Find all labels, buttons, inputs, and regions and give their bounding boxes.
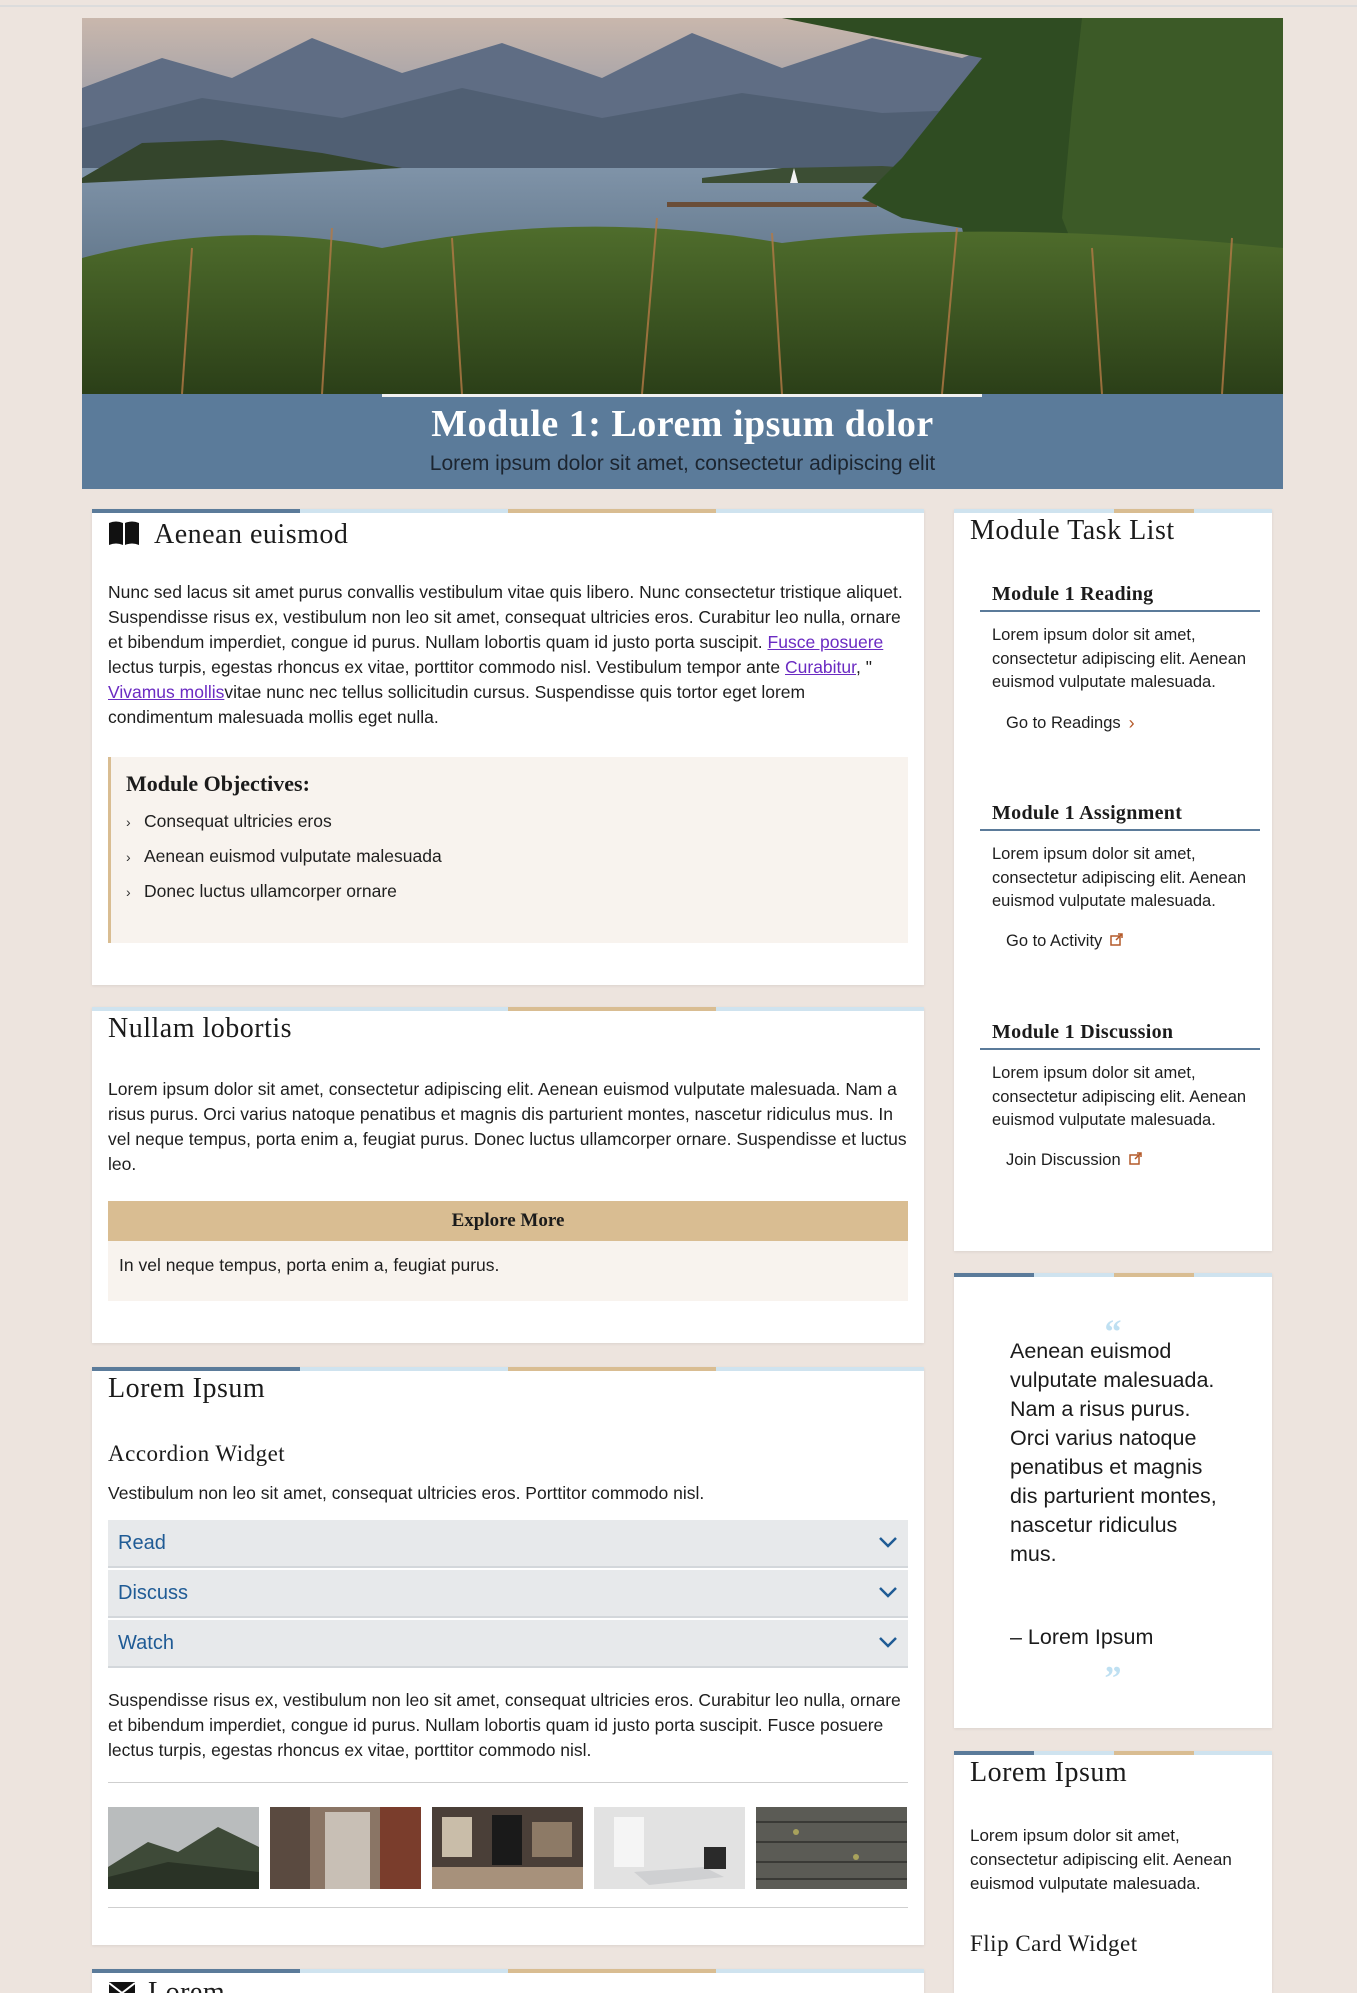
task-rule — [980, 1048, 1260, 1050]
card-accent-bar — [954, 1751, 1272, 1755]
section-paragraph: Lorem ipsum dolor sit amet, consectetur … — [108, 1079, 907, 1174]
chevron-right-icon: › — [1128, 712, 1135, 733]
gallery-thumb-city[interactable] — [270, 1807, 421, 1889]
task-item-discussion: Module 1 Discussion Lorem ipsum dolor si… — [980, 1021, 1260, 1170]
task-text: Lorem ipsum dolor sit amet, consectetur … — [992, 845, 1247, 910]
gallery-thumb-wood[interactable] — [756, 1807, 907, 1889]
accordion-subheading: Accordion Widget — [108, 1441, 286, 1466]
task-title: Module 1 Reading — [992, 583, 1154, 605]
sidebar-lorem-card: Lorem Ipsum Lorem ipsum dolor sit amet, … — [954, 1751, 1272, 1993]
objectives-title: Module Objectives: — [126, 771, 310, 796]
section-accordion-card: Lorem Ipsum Accordion Widget Vestibulum … — [92, 1367, 924, 1945]
objectives-list: › Consequat ultricies eros › Aenean euismo… — [126, 811, 908, 902]
chevron-down-icon — [878, 1583, 898, 1603]
chevron-right-icon: › — [126, 848, 131, 865]
section-nullam-card: Nullam lobortis Lorem ipsum dolor sit am… — [92, 1007, 924, 1343]
section-heading: Lorem Ipsum — [108, 1373, 266, 1404]
module-title-band: Module 1: Lorem ipsum dolor Lorem ipsum … — [82, 394, 1283, 489]
sidebar-card-heading: Lorem Ipsum — [970, 1757, 1128, 1788]
quote-text: Aenean euismod vulputate malesuada. Nam … — [1010, 1339, 1217, 1566]
gallery-thumb-shop[interactable] — [432, 1807, 583, 1889]
card-accent-bar — [92, 1367, 924, 1371]
quote-author: – Lorem Ipsum — [1010, 1625, 1154, 1649]
external-link-icon — [1110, 932, 1124, 951]
accordion-item-read[interactable]: Read — [108, 1520, 908, 1568]
module-task-list-card: Module Task List Module 1 Reading Lorem … — [954, 509, 1272, 1251]
section-lorem-card: Lorem — [92, 1969, 924, 1993]
flip-card-heading: Flip Card Widget — [970, 1931, 1138, 1956]
go-to-readings-link[interactable]: Go to Readings › — [1006, 713, 1260, 734]
gallery-thumb-mountain[interactable] — [108, 1807, 259, 1889]
explore-more-box: Explore More In vel neque tempus, porta … — [108, 1201, 908, 1301]
objective-item: › Aenean euismod vulputate malesuada — [126, 846, 442, 866]
task-text: Lorem ipsum dolor sit amet, consectetur … — [992, 626, 1247, 691]
task-rule — [980, 610, 1260, 612]
task-item-reading: Module 1 Reading Lorem ipsum dolor sit a… — [980, 583, 1260, 734]
task-list-heading: Module Task List — [970, 515, 1175, 546]
book-icon — [108, 520, 140, 551]
card-accent-bar — [92, 1007, 924, 1011]
title-underline — [382, 394, 982, 397]
hero-landscape-image — [82, 18, 1283, 394]
chevron-down-icon — [878, 1633, 898, 1653]
task-rule — [980, 829, 1260, 831]
explore-more-text: In vel neque tempus, porta enim a, feugi… — [119, 1255, 500, 1275]
objective-item: › Donec luctus ullamcorper ornare — [126, 881, 397, 901]
external-link-icon — [1128, 1151, 1142, 1170]
accordion-label: Discuss — [118, 1581, 189, 1604]
chevron-right-icon: › — [126, 883, 131, 900]
link-vivamus-mollis[interactable]: Vivamus mollis — [108, 682, 224, 702]
envelope-icon — [108, 1980, 136, 1993]
card-accent-bar — [954, 1273, 1272, 1277]
module-objectives-box: Module Objectives: › Consequat ultricies … — [108, 757, 908, 943]
accordion-item-discuss[interactable]: Discuss — [108, 1570, 908, 1618]
card-accent-bar — [92, 509, 924, 513]
section-heading: Aenean euismod — [154, 519, 349, 550]
join-discussion-link[interactable]: Join Discussion — [1006, 1151, 1260, 1170]
chevron-right-icon: › — [126, 813, 131, 830]
explore-more-title: Explore More — [108, 1201, 908, 1241]
quote-card: “ Aenean euismod vulputate malesuada. Na… — [954, 1273, 1272, 1728]
module-title: Module 1: Lorem ipsum dolor — [431, 403, 934, 445]
accordion-label: Watch — [118, 1631, 174, 1654]
gallery-thumb-laptop[interactable] — [594, 1807, 745, 1889]
section-aenean-card: Aenean euismod Nunc sed lacus sit amet p… — [92, 509, 924, 985]
module-subtitle: Lorem ipsum dolor sit amet, consectetur … — [429, 452, 936, 475]
close-quote-icon: ” — [1104, 1660, 1122, 1697]
task-title: Module 1 Discussion — [992, 1021, 1174, 1043]
section-heading: Lorem — [148, 1977, 226, 1993]
link-curabitur[interactable]: Curabitur — [785, 657, 856, 677]
task-text: Lorem ipsum dolor sit amet, consectetur … — [992, 1064, 1247, 1129]
accordion-outro: Suspendisse risus ex, vestibulum non leo… — [108, 1690, 901, 1760]
card-accent-bar — [954, 509, 1272, 513]
link-fusce-posuere[interactable]: Fusce posuere — [768, 632, 884, 652]
accordion-intro: Vestibulum non leo sit amet, consequat u… — [108, 1483, 705, 1503]
divider — [108, 1782, 908, 1783]
go-to-activity-link[interactable]: Go to Activity — [1006, 932, 1260, 951]
section-heading: Nullam lobortis — [108, 1013, 293, 1044]
divider — [108, 1907, 908, 1908]
accordion-item-watch[interactable]: Watch — [108, 1620, 908, 1668]
task-title: Module 1 Assignment — [992, 802, 1183, 824]
task-item-assignment: Module 1 Assignment Lorem ipsum dolor si… — [980, 802, 1260, 951]
sidebar-card-text: Lorem ipsum dolor sit amet, consectetur … — [970, 1826, 1232, 1893]
top-divider — [0, 5, 1357, 7]
objective-item: › Consequat ultricies eros — [126, 811, 332, 831]
section-paragraph: Nunc sed lacus sit amet purus convallis … — [108, 582, 903, 727]
chevron-down-icon — [878, 1533, 898, 1553]
accordion-label: Read — [118, 1531, 166, 1554]
card-accent-bar — [92, 1969, 924, 1973]
